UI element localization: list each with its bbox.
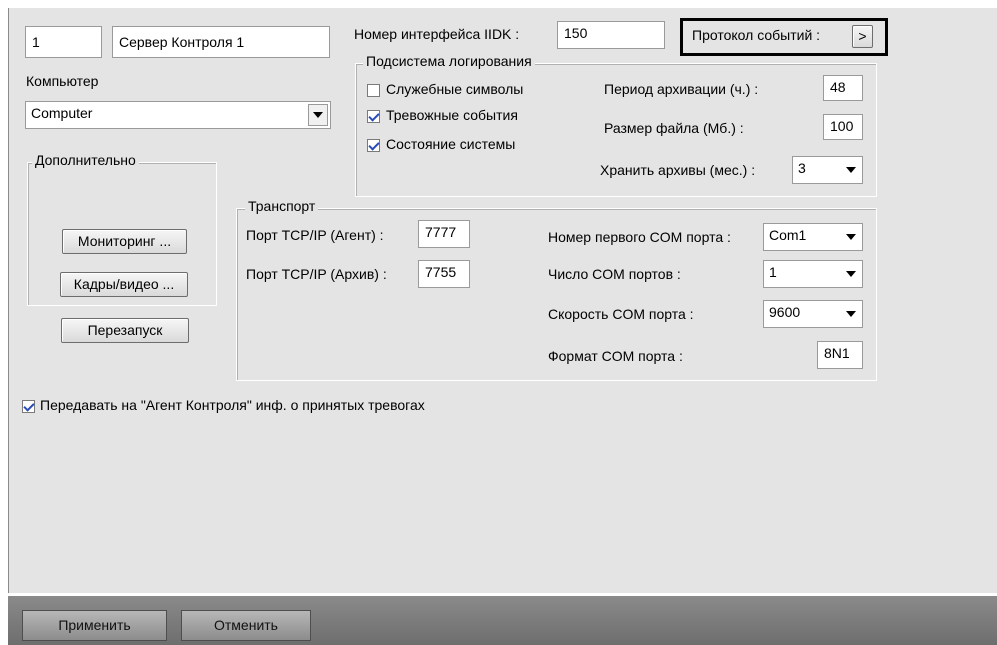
server-number-field[interactable]: 1 [25,26,102,58]
tcp-agent-field[interactable]: 7777 [418,220,470,248]
alarm-events-checkbox[interactable] [367,110,380,123]
system-state-checkbox[interactable] [367,139,380,152]
first-com-select[interactable]: Com1 [763,223,863,251]
monitoring-button[interactable]: Мониторинг ... [62,229,187,254]
first-com-value: Com1 [769,227,807,243]
service-symbols-label: Служебные символы [386,81,524,97]
system-state-label: Состояние системы [386,136,516,152]
file-size-field[interactable]: 100 [823,114,863,140]
com-count-label: Число COM портов : [548,266,681,282]
keep-archives-value: 3 [798,160,806,176]
tcp-agent-label: Порт TCP/IP (Агент) : [246,227,384,243]
forward-alarms-checkbox[interactable] [22,400,35,413]
file-size-label: Размер файла (Мб.) : [604,120,744,136]
forward-alarms-label: Передавать на "Агент Контроля" инф. о пр… [40,397,425,413]
com-speed-value: 9600 [769,304,801,320]
iidk-field[interactable]: 150 [557,21,665,49]
chevron-down-icon[interactable] [308,104,328,126]
com-speed-select[interactable]: 9600 [763,300,863,328]
keep-archives-select[interactable]: 3 [792,156,863,184]
additional-group-title: Дополнительно [32,152,139,168]
logging-group-title: Подсистема логирования [363,53,535,69]
chevron-down-icon[interactable] [842,226,860,248]
server-name-field[interactable]: Сервер Контроля 1 [112,26,330,58]
com-format-label: Формат COM порта : [548,348,683,364]
com-count-value: 1 [769,264,777,280]
tcp-archive-label: Порт TCP/IP (Архив) : [246,266,387,282]
keep-archives-label: Хранить архивы (мес.) : [600,162,756,178]
protocol-label: Протокол событий : [692,27,821,43]
chevron-down-icon[interactable] [842,263,860,285]
service-symbols-checkbox[interactable] [367,84,380,97]
protocol-open-button[interactable]: > [852,25,873,48]
computer-select[interactable]: Computer [25,101,331,129]
alarm-events-label: Тревожные события [386,107,518,123]
transport-group-title: Транспорт [245,198,319,214]
frames-video-button[interactable]: Кадры/видео ... [60,272,188,297]
computer-select-value: Computer [31,105,93,121]
archive-period-field[interactable]: 48 [823,75,863,101]
archive-period-label: Период архивации (ч.) : [604,81,759,97]
cancel-button[interactable]: Отменить [181,610,311,641]
computer-label: Компьютер [26,73,99,89]
com-format-field[interactable]: 8N1 [817,341,863,369]
chevron-down-icon[interactable] [842,159,860,181]
apply-button[interactable]: Применить [22,610,167,641]
com-speed-label: Скорость COM порта : [548,306,694,322]
com-count-select[interactable]: 1 [763,260,863,288]
tcp-archive-field[interactable]: 7755 [418,260,470,288]
first-com-label: Номер первого COM порта : [548,229,731,245]
iidk-label: Номер интерфейса IIDK : [354,26,520,42]
chevron-down-icon[interactable] [842,303,860,325]
restart-button[interactable]: Перезапуск [61,318,189,343]
